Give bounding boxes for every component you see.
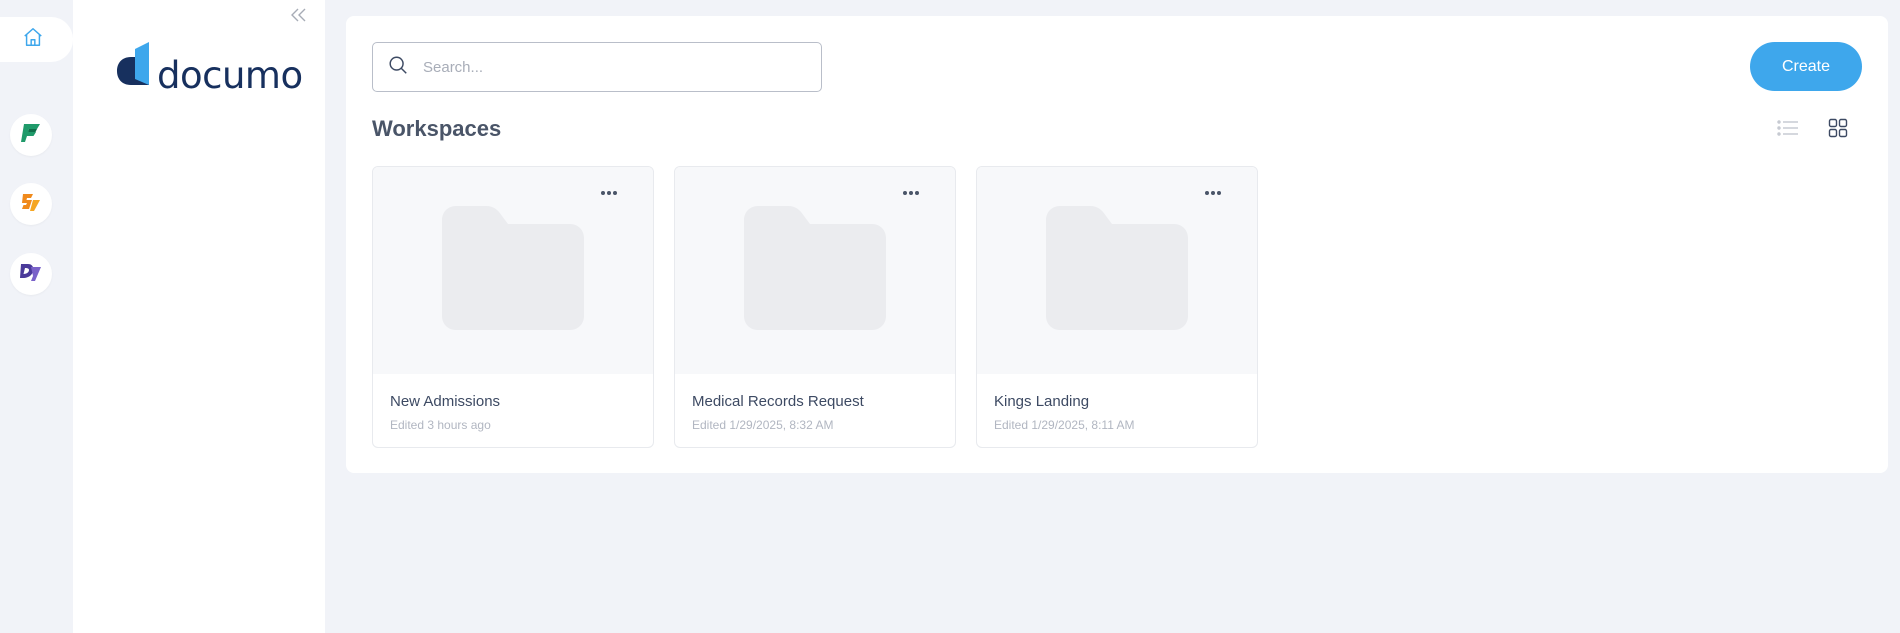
- workspace-grid: New Admissions Edited 3 hours ago Medica…: [372, 166, 1258, 448]
- collapse-sidebar-button[interactable]: [288, 7, 310, 27]
- main-content: Create Workspaces: [346, 16, 1888, 473]
- search-input[interactable]: [423, 58, 803, 76]
- grid-view-icon: [1828, 118, 1848, 143]
- side-panel: documo: [73, 0, 325, 633]
- create-button[interactable]: Create: [1750, 42, 1862, 91]
- workspace-thumbnail: [675, 167, 955, 374]
- workspace-thumbnail: [977, 167, 1257, 374]
- purple-app-icon: [18, 259, 44, 290]
- list-view-icon: [1777, 119, 1799, 142]
- rail-app-purple[interactable]: [10, 253, 52, 295]
- rail-app-green[interactable]: [10, 114, 52, 156]
- folder-icon: [744, 206, 886, 335]
- orange-app-icon: [18, 189, 44, 220]
- workspace-card[interactable]: Medical Records Request Edited 1/29/2025…: [674, 166, 956, 448]
- double-chevron-left-icon: [290, 8, 308, 27]
- workspace-card[interactable]: New Admissions Edited 3 hours ago: [372, 166, 654, 448]
- search-box[interactable]: [372, 42, 822, 92]
- more-options-button[interactable]: [1201, 185, 1225, 199]
- brand-name: documo: [157, 54, 303, 97]
- workspace-name: Kings Landing: [994, 393, 1090, 410]
- more-options-button[interactable]: [597, 185, 621, 199]
- home-icon: [22, 26, 44, 53]
- workspace-thumbnail: [373, 167, 653, 374]
- home-button[interactable]: [0, 17, 73, 62]
- workspace-edited: Edited 1/29/2025, 8:32 AM: [692, 418, 834, 432]
- brand-logo[interactable]: documo: [116, 39, 303, 97]
- workspace-name: New Admissions: [390, 393, 501, 410]
- green-app-icon: [18, 120, 44, 151]
- workspace-edited: Edited 3 hours ago: [390, 418, 491, 432]
- workspace-edited: Edited 1/29/2025, 8:11 AM: [994, 418, 1135, 432]
- app-rail: [0, 0, 73, 633]
- workspace-card[interactable]: Kings Landing Edited 1/29/2025, 8:11 AM: [976, 166, 1258, 448]
- folder-icon: [442, 206, 584, 335]
- more-horizontal-icon: [1204, 183, 1222, 201]
- more-options-button[interactable]: [899, 185, 923, 199]
- rail-app-orange[interactable]: [10, 183, 52, 225]
- page-title: Workspaces: [372, 116, 502, 141]
- list-view-toggle[interactable]: [1775, 118, 1801, 142]
- workspace-name: Medical Records Request: [692, 393, 864, 410]
- more-horizontal-icon: [600, 183, 618, 201]
- search-icon: [387, 54, 409, 81]
- more-horizontal-icon: [902, 183, 920, 201]
- documo-logo-icon: [116, 39, 154, 92]
- folder-icon: [1046, 206, 1188, 335]
- grid-view-toggle[interactable]: [1825, 118, 1851, 142]
